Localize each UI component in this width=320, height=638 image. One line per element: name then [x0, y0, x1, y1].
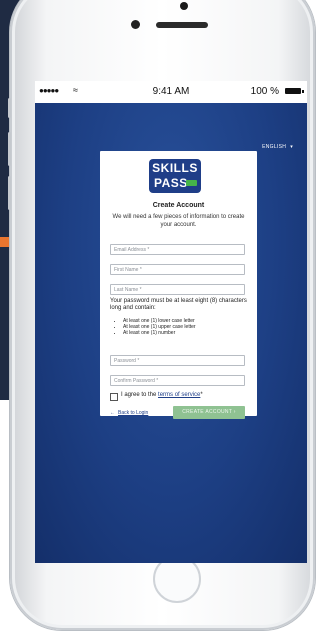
terms-required-mark: * [200, 392, 203, 398]
terms-checkbox[interactable] [110, 393, 118, 401]
skills-pass-logo: SKILLS PASS [149, 159, 201, 193]
page-subtitle: We will need a few pieces of information… [112, 214, 245, 228]
logo-card-icon [186, 180, 197, 186]
phone-screen: ●●●●● ≈ 9:41 AM 100 % ENGLISH ▾ SKILLS PA… [35, 81, 307, 563]
back-to-login-label: Back to Login [118, 410, 149, 416]
password-placeholder: Password * [114, 358, 140, 364]
front-camera [180, 2, 188, 10]
first-name-placeholder: First Name * [114, 267, 142, 273]
status-bar: ●●●●● ≈ 9:41 AM 100 % [35, 81, 307, 103]
password-rule: At least one (1) number [123, 330, 196, 336]
back-to-login-link[interactable]: ← Back to Login [110, 410, 148, 416]
terms-of-service-link[interactable]: terms of service [158, 392, 200, 398]
terms-agreement: I agree to the terms of service* [121, 392, 203, 398]
logo-line-2: PASS [154, 176, 188, 190]
volume-up-button [8, 132, 11, 166]
password-rules-list: At least one (1) lower case letter At le… [116, 318, 196, 336]
logo-line-1: SKILLS [152, 161, 198, 175]
language-label: ENGLISH [262, 144, 287, 150]
last-name-field[interactable]: Last Name * [110, 284, 245, 295]
confirm-password-field[interactable]: Confirm Password * [110, 375, 245, 386]
page-title: Create Account [152, 202, 205, 209]
mute-switch [8, 98, 11, 118]
battery-percent: 100 % [250, 86, 279, 97]
email-field[interactable]: Email Address * [110, 244, 245, 255]
app-view: ENGLISH ▾ SKILLS PASS Create Account We w… [35, 103, 307, 563]
chevron-down-icon: ▾ [290, 144, 293, 150]
create-account-button[interactable]: CREATE ACCOUNT › [173, 406, 245, 419]
terms-prefix: I agree to the [121, 392, 159, 398]
email-placeholder: Email Address * [114, 247, 150, 253]
first-name-field[interactable]: First Name * [110, 264, 245, 275]
arrow-left-icon: ← [110, 410, 115, 416]
password-rules-intro: Your password must be at least eight (8)… [110, 298, 247, 311]
create-account-card: SKILLS PASS Create Account We will need … [100, 151, 257, 419]
last-name-placeholder: Last Name * [114, 287, 142, 293]
password-field[interactable]: Password * [110, 355, 245, 366]
confirm-password-placeholder: Confirm Password * [114, 378, 159, 384]
earpiece-speaker [156, 22, 208, 28]
sensor [131, 20, 140, 29]
language-selector[interactable]: ENGLISH ▾ [262, 144, 293, 150]
volume-down-button [8, 176, 11, 210]
battery-icon [285, 88, 304, 94]
